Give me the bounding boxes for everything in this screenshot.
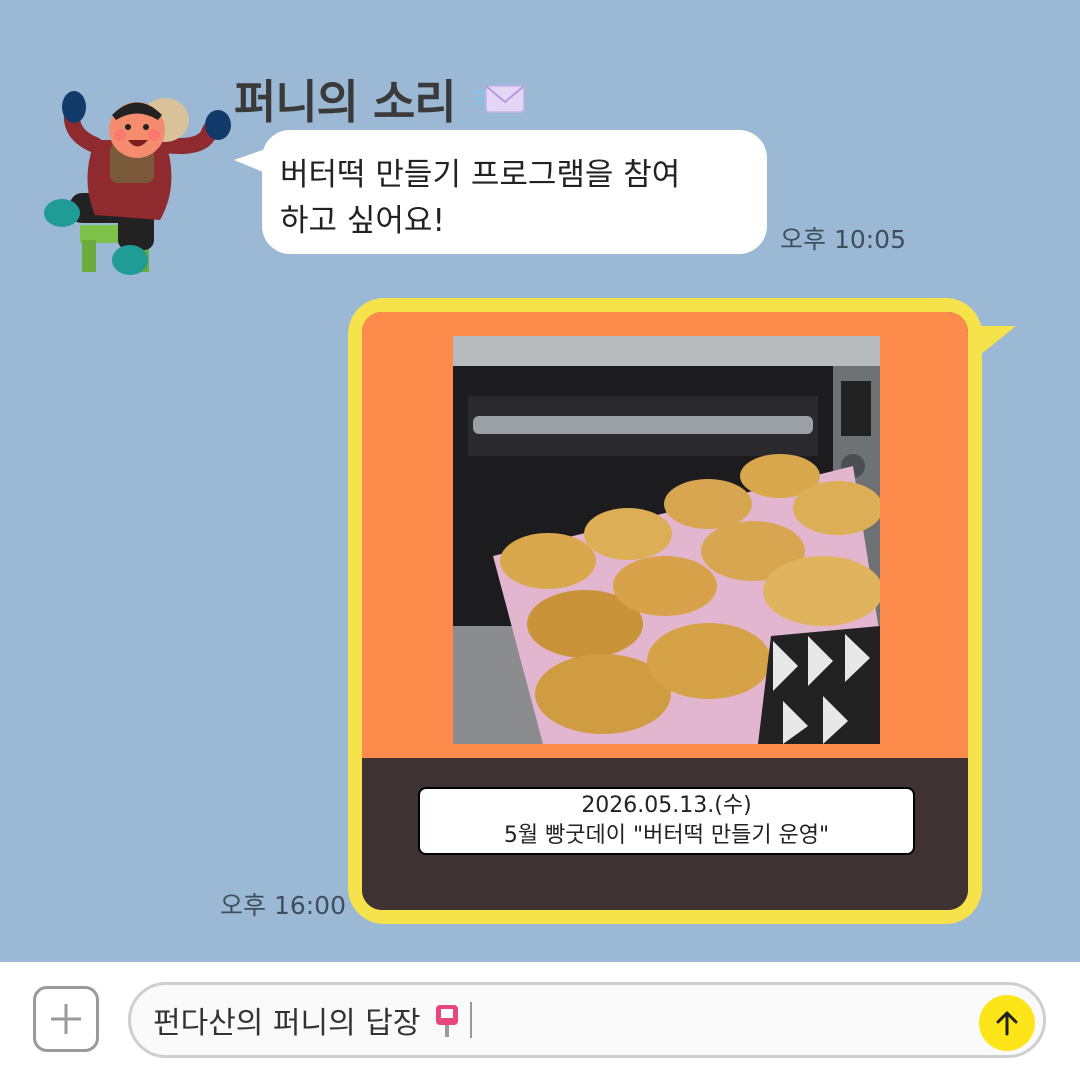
add-attachment-button[interactable] [33, 986, 99, 1052]
sender-avatar[interactable] [40, 85, 240, 285]
sender-header: 퍼니의 소리 [234, 66, 526, 132]
sender-name: 퍼니의 소리 [234, 75, 457, 129]
envelope-icon [473, 85, 525, 113]
send-button[interactable] [979, 995, 1035, 1051]
incoming-message-line-1: 버터떡 만들기 프로그램을 참여 [280, 157, 681, 193]
caption-title: 5월 빵굿데이 "버터떡 만들기 운영" [503, 823, 830, 848]
baked-bread-photo[interactable] [453, 336, 880, 744]
arrow-up-icon [996, 1011, 1018, 1036]
photo-card-top [362, 312, 968, 758]
plus-icon [51, 1004, 81, 1034]
photo-caption: 2026.05.13.(수) 5월 빵굿데이 "버터떡 만들기 운영" [418, 787, 915, 855]
incoming-message-time: 오후 10:05 [780, 225, 906, 254]
message-input[interactable]: 펀다산의 퍼니의 답장 [128, 982, 1046, 1058]
outgoing-message-time: 오후 16:00 [220, 891, 346, 920]
photo-card[interactable]: 2026.05.13.(수) 5월 빵굿데이 "버터떡 만들기 운영" [362, 312, 968, 910]
photo-card-bottom: 2026.05.13.(수) 5월 빵굿데이 "버터떡 만들기 운영" [362, 758, 968, 910]
message-input-text: 펀다산의 퍼니의 답장 [153, 1006, 421, 1041]
mailbox-icon [436, 1005, 459, 1037]
outgoing-message-bubble[interactable]: 2026.05.13.(수) 5월 빵굿데이 "버터떡 만들기 운영" [348, 298, 1016, 924]
chat-area[interactable]: 퍼니의 소리 버터떡 만들기 프로그램을 참여 하고 싶어요! 오후 10:05 [0, 0, 1080, 962]
caption-date: 2026.05.13.(수) [581, 793, 752, 818]
text-cursor [470, 1002, 473, 1038]
message-input-bar: 펀다산의 퍼니의 답장 [0, 962, 1080, 1080]
incoming-message-bubble[interactable]: 버터떡 만들기 프로그램을 참여 하고 싶어요! [234, 130, 767, 254]
incoming-message-line-2: 하고 싶어요! [280, 203, 445, 239]
